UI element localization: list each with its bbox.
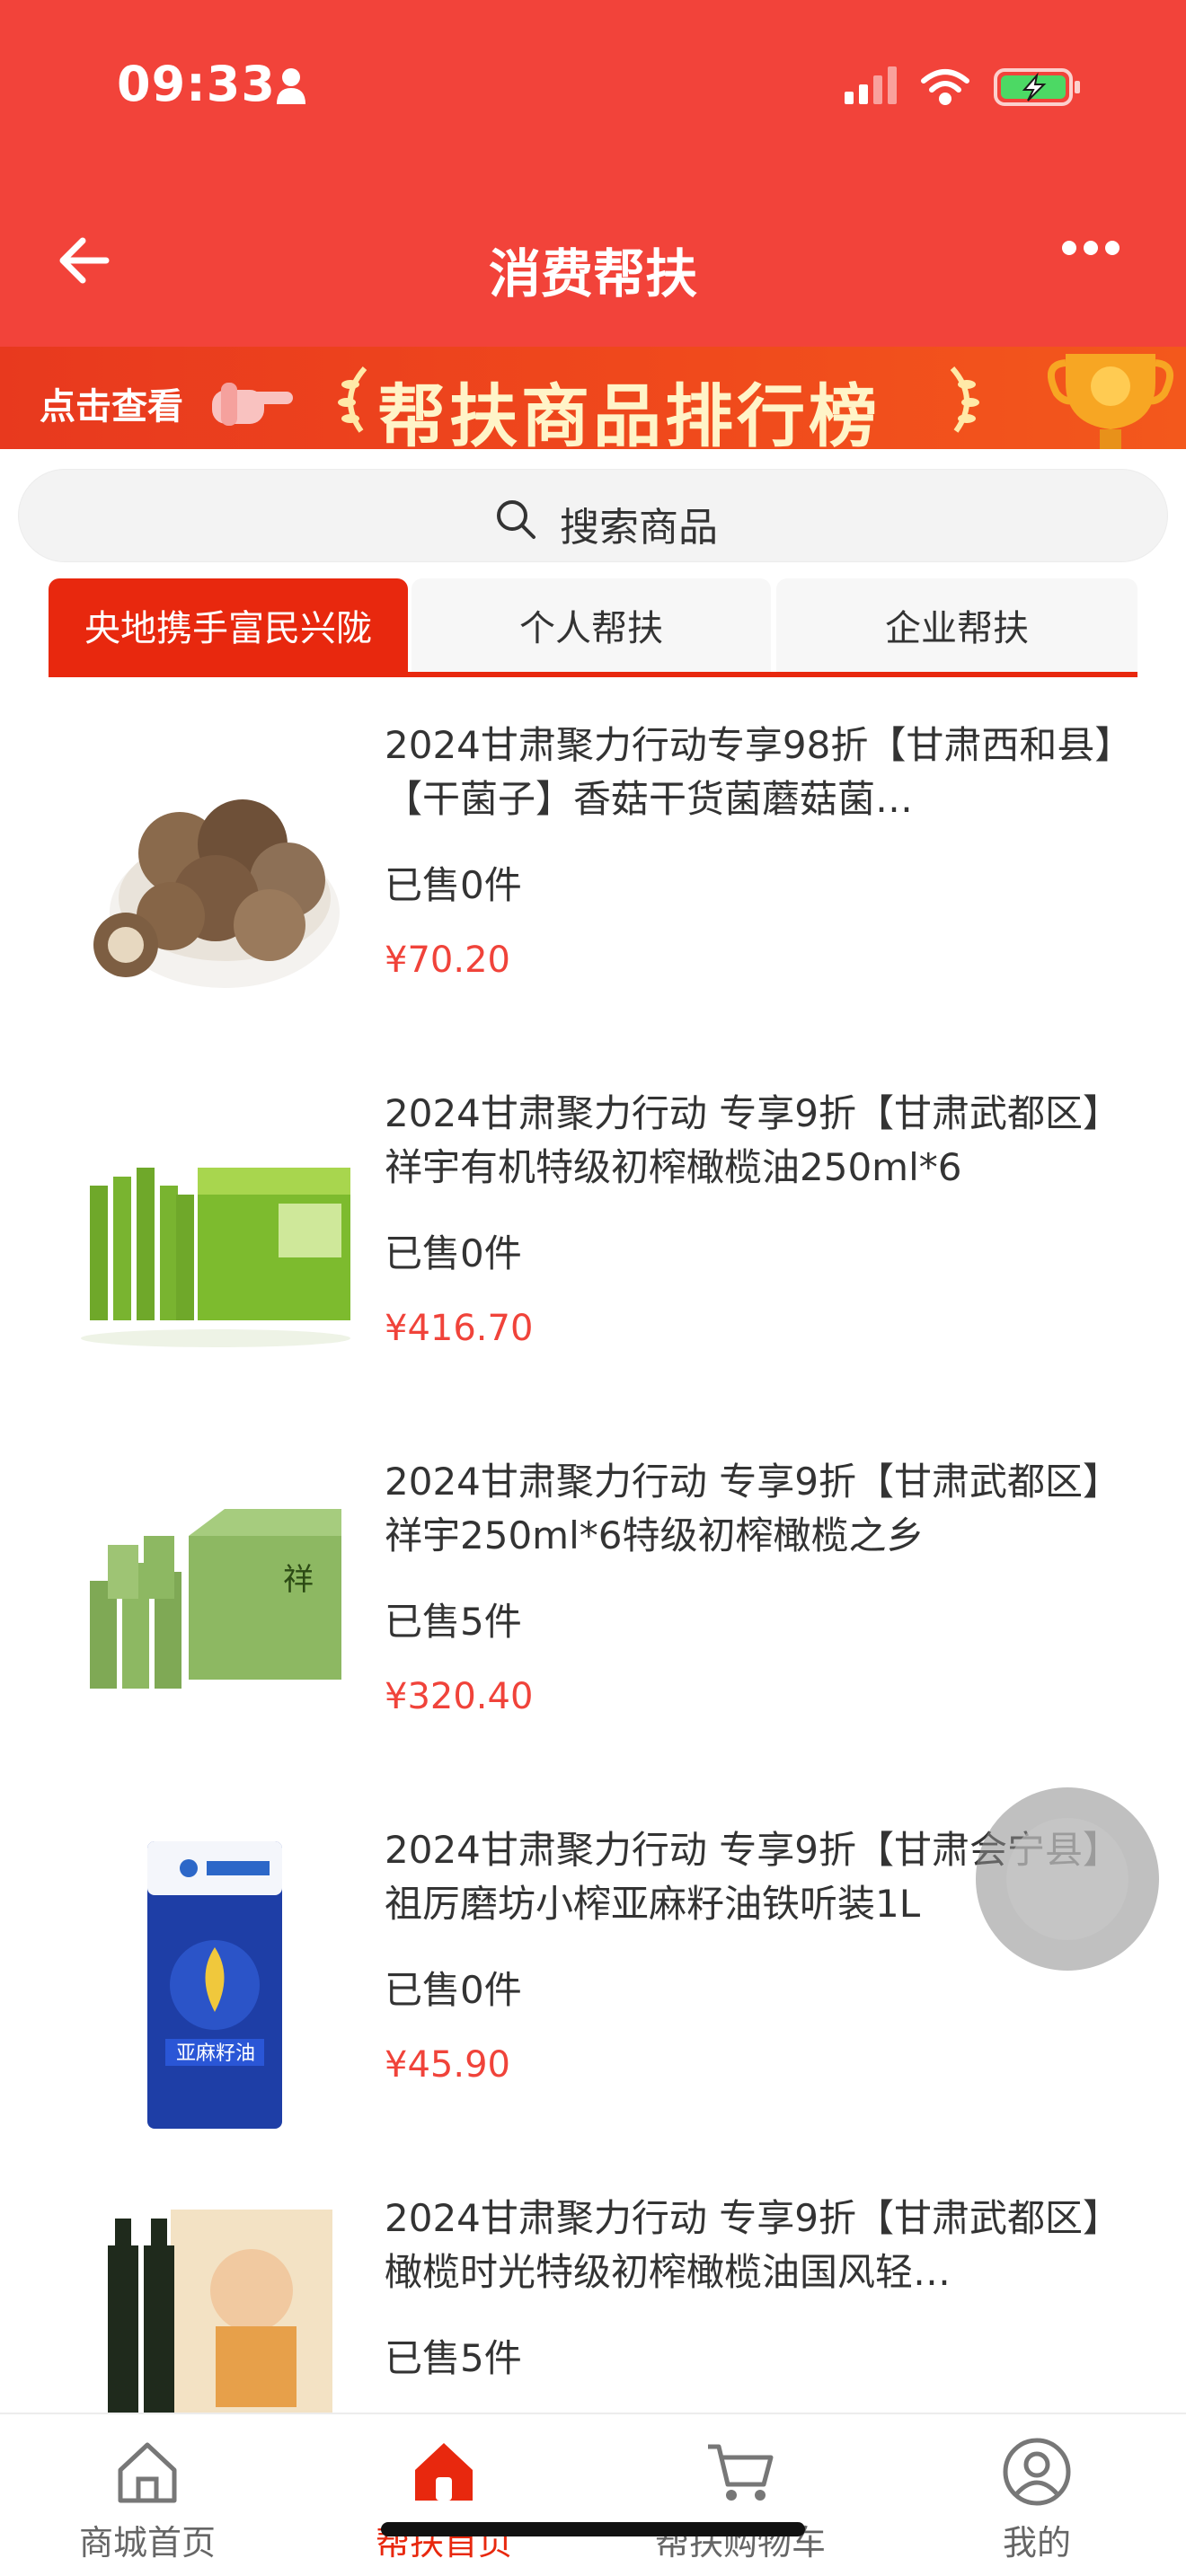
search-placeholder: 搜索商品 xyxy=(560,505,718,551)
tab-support-cart[interactable]: 帮扶购物车 xyxy=(624,2436,857,2571)
laurel-left-icon xyxy=(338,366,367,433)
user-icon xyxy=(1003,2438,1071,2506)
product-sold: 已售5件 xyxy=(385,1600,522,1644)
page-title: 消费帮扶 xyxy=(488,243,697,304)
home-outline-icon xyxy=(118,2442,177,2503)
tab-mall-home[interactable]: 商城首页 xyxy=(31,2436,264,2571)
tab-support-home[interactable]: 帮扶首页 xyxy=(327,2436,561,2571)
product-item[interactable]: 2024甘肃聚力行动专享98折【甘肃西和县】【干菌子】香菇干货菌蘑菇菌… 已售0… xyxy=(0,719,1186,1087)
status-time: 09:33 xyxy=(117,56,276,112)
banner-title: 帮扶商品排行榜 xyxy=(377,376,881,449)
person-icon xyxy=(277,68,305,104)
status-icons xyxy=(845,66,1080,106)
battery-icon xyxy=(994,68,1080,106)
signal-icon xyxy=(845,66,897,104)
pointing-hand-icon xyxy=(212,383,293,426)
product-price: ¥416.70 xyxy=(385,1308,534,1349)
product-image-flaxseed-oil-can: 亚麻籽油 xyxy=(147,1841,282,2129)
tab-enterprise[interactable]: 企业帮扶 xyxy=(776,578,1137,672)
tab-label: 商城首页 xyxy=(78,2523,216,2563)
floating-assistive-button[interactable] xyxy=(976,1787,1159,1971)
product-image-olive-oil-green-box: 祥 xyxy=(90,1509,341,1689)
ranking-banner[interactable]: 点击查看 帮扶商品排行榜 xyxy=(0,347,1186,449)
wifi-icon xyxy=(921,69,969,105)
product-title: 2024甘肃聚力行动 专享9折【甘肃武都区】祥宇有机特级初榨橄榄油250ml*6 xyxy=(385,1091,1120,1189)
banner-view-text: 点击查看 xyxy=(40,386,183,428)
product-price: ¥70.20 xyxy=(385,940,510,981)
search-bar[interactable]: 搜索商品 xyxy=(18,469,1168,562)
product-sold: 已售0件 xyxy=(385,863,522,907)
product-sold: 已售0件 xyxy=(385,1968,522,2012)
product-price: ¥320.40 xyxy=(385,1676,534,1717)
svg-text:亚麻籽油: 亚麻籽油 xyxy=(176,2042,255,2065)
product-title: 2024甘肃聚力行动 专享9折【甘肃武都区】祥宇250ml*6特级初榨橄榄之乡 xyxy=(385,1460,1120,1557)
home-filled-icon xyxy=(415,2443,473,2501)
product-image-olive-oil-box xyxy=(81,1168,350,1347)
cart-icon xyxy=(708,2444,774,2501)
tab-label: 我的 xyxy=(1002,2523,1071,2563)
product-price: ¥45.90 xyxy=(385,2044,510,2086)
svg-text:祥: 祥 xyxy=(283,1562,314,1598)
product-sold: 已售5件 xyxy=(385,2336,522,2380)
home-indicator xyxy=(381,2522,805,2536)
product-image-mushroom xyxy=(93,799,340,988)
product-sold: 已售0件 xyxy=(385,1231,522,1275)
laurel-right-icon xyxy=(950,366,979,433)
tab-mine[interactable]: 我的 xyxy=(920,2436,1154,2571)
product-title: 2024甘肃聚力行动专享98折【甘肃西和县】【干菌子】香菇干货菌蘑菇菌… xyxy=(385,723,1114,821)
bottom-tab-bar: 商城首页 帮扶首页 帮扶购物车 我的 xyxy=(0,2413,1186,2576)
tab-yangdi[interactable]: 央地携手富民兴陇 xyxy=(49,578,408,672)
category-tabs: 央地携手富民兴陇 个人帮扶 企业帮扶 xyxy=(49,578,1137,677)
more-menu-icon[interactable] xyxy=(1062,241,1134,259)
search-icon xyxy=(497,500,535,539)
tab-underline xyxy=(49,672,1137,677)
product-item[interactable]: 2024甘肃聚力行动 专享9折【甘肃武都区】祥宇有机特级初榨橄榄油250ml*6… xyxy=(0,1087,1186,1455)
product-item[interactable]: 祥 2024甘肃聚力行动 专享9折【甘肃武都区】祥宇250ml*6特级初榨橄榄之… xyxy=(0,1455,1186,1823)
product-title: 2024甘肃聚力行动 专享9折【甘肃武都区】橄榄时光特级初榨橄榄油国风轻… xyxy=(385,2196,1120,2294)
tab-personal[interactable]: 个人帮扶 xyxy=(412,578,771,672)
trophy-icon xyxy=(1048,354,1174,449)
